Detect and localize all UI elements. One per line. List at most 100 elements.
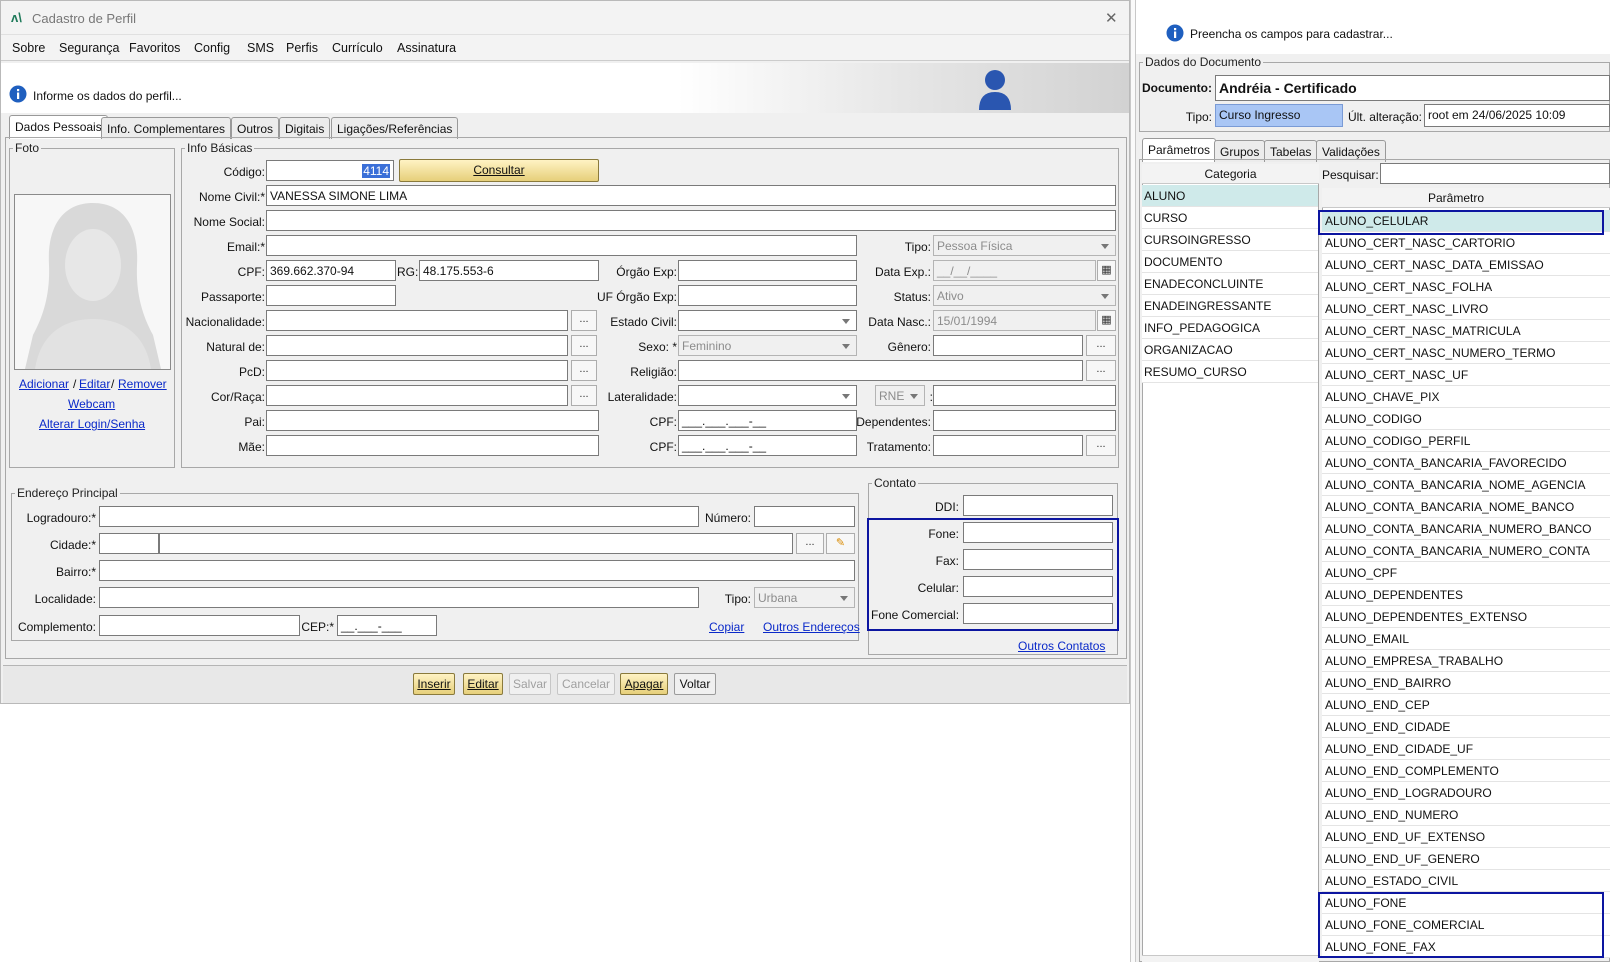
parametro-item[interactable]: ALUNO_END_UF_EXTENSO — [1322, 826, 1610, 848]
tab-info-complementares[interactable]: Info. Complementares — [101, 117, 232, 139]
rg-field[interactable]: 48.175.553-6 — [419, 260, 599, 281]
cidade-code-field[interactable] — [99, 533, 159, 554]
natural-lookup-button[interactable]: ... — [571, 335, 597, 356]
bairro-field[interactable] — [99, 560, 855, 581]
parametro-item[interactable]: ALUNO_CONTA_BANCARIA_NUMERO_CONTA — [1322, 540, 1610, 562]
cor-raca-lookup-button[interactable]: ... — [571, 385, 597, 406]
pai-field[interactable] — [266, 410, 599, 431]
menu-curriculo[interactable]: Currículo — [332, 41, 383, 55]
uf-orgao-field[interactable] — [678, 285, 857, 306]
menu-seguranca[interactable]: Segurança — [59, 41, 119, 55]
categoria-item[interactable]: CURSO — [1142, 207, 1318, 229]
categoria-item[interactable]: ENADEINGRESSANTE — [1142, 295, 1318, 317]
menu-sms[interactable]: SMS — [247, 41, 274, 55]
webcam-link[interactable]: Webcam — [68, 397, 115, 411]
tratamento-lookup-button[interactable]: ... — [1086, 435, 1116, 456]
cep-field[interactable]: __.___-___ — [337, 615, 437, 636]
parametro-item[interactable]: ALUNO_CONTA_BANCARIA_NOME_AGENCIA — [1322, 474, 1610, 496]
data-nasc-field[interactable]: 15/01/1994 — [933, 310, 1096, 331]
parametro-item[interactable]: ALUNO_CONTA_BANCARIA_FAVORECIDO — [1322, 452, 1610, 474]
nacionalidade-field[interactable] — [266, 310, 568, 331]
tipo-select[interactable]: Pessoa Física — [933, 235, 1116, 256]
dependentes-field[interactable] — [933, 410, 1116, 431]
parametro-item[interactable]: ALUNO_END_LOGRADOURO — [1322, 782, 1610, 804]
complemento-field[interactable] — [99, 615, 300, 636]
inserir-button[interactable]: Inserir — [413, 673, 455, 695]
cancelar-button[interactable]: Cancelar — [557, 673, 615, 695]
salvar-button[interactable]: Salvar — [509, 673, 551, 695]
parametro-item[interactable]: ALUNO_ESTADO_CIVIL — [1322, 870, 1610, 892]
consultar-button[interactable]: Consultar — [399, 159, 599, 182]
parametro-item[interactable]: ALUNO_END_CIDADE_UF — [1322, 738, 1610, 760]
tratamento-field[interactable] — [933, 435, 1083, 456]
editar-button[interactable]: Editar — [463, 673, 503, 695]
parametro-item[interactable]: ALUNO_END_NUMERO — [1322, 804, 1610, 826]
parametro-item[interactable]: ALUNO_EMAIL — [1322, 628, 1610, 650]
voltar-button[interactable]: Voltar — [674, 673, 716, 695]
genero-lookup-button[interactable]: ... — [1086, 335, 1116, 356]
edit-photo-link[interactable]: Editar — [79, 377, 110, 391]
parametro-item[interactable]: ALUNO_CHAVE_PIX — [1322, 386, 1610, 408]
rne-select[interactable]: RNE — [875, 385, 925, 406]
rne-field[interactable] — [933, 385, 1116, 406]
menu-favoritos[interactable]: Favoritos — [129, 41, 180, 55]
categoria-item[interactable]: CURSOINGRESSO — [1142, 229, 1318, 251]
parametro-item[interactable]: ALUNO_EMPRESA_TRABALHO — [1322, 650, 1610, 672]
estado-civil-select[interactable] — [678, 310, 857, 331]
parametro-item[interactable]: ALUNO_CERT_NASC_MATRICULA — [1322, 320, 1610, 342]
parametro-item[interactable]: ALUNO_CODIGO_PERFIL — [1322, 430, 1610, 452]
close-icon[interactable]: ✕ — [1105, 9, 1118, 27]
apagar-button[interactable]: Apagar — [620, 673, 668, 695]
menu-config[interactable]: Config — [194, 41, 230, 55]
parametro-item[interactable]: ALUNO_DEPENDENTES — [1322, 584, 1610, 606]
parametro-item[interactable]: ALUNO_CONTA_BANCARIA_NOME_BANCO — [1322, 496, 1610, 518]
genero-field[interactable] — [933, 335, 1083, 356]
parametro-item[interactable]: ALUNO_END_CIDADE — [1322, 716, 1610, 738]
codigo-field[interactable]: 4114 — [266, 160, 394, 181]
endereco-tipo-select[interactable]: Urbana — [754, 587, 855, 608]
categoria-item[interactable]: RESUMO_CURSO — [1142, 361, 1318, 383]
parametro-item[interactable]: ALUNO_CERT_NASC_DATA_EMISSAO — [1322, 254, 1610, 276]
parametro-item[interactable]: ALUNO_END_COMPLEMENTO — [1322, 760, 1610, 782]
status-select[interactable]: Ativo — [933, 285, 1116, 306]
nacionalidade-lookup-button[interactable]: ... — [571, 310, 597, 331]
cor-raca-field[interactable] — [266, 385, 568, 406]
tab-ligacoes[interactable]: Ligações/Referências — [331, 117, 459, 139]
mae-field[interactable] — [266, 435, 599, 456]
data-exp-field[interactable]: __/__/____ — [933, 260, 1096, 281]
tab-dados-pessoais[interactable]: Dados Pessoais — [9, 115, 108, 139]
parametro-item[interactable]: ALUNO_CODIGO — [1322, 408, 1610, 430]
parametro-item[interactable]: ALUNO_CERT_NASC_UF — [1322, 364, 1610, 386]
passaporte-field[interactable] — [266, 285, 396, 306]
numero-field[interactable] — [754, 506, 855, 527]
right-tipo-field[interactable]: Curso Ingresso — [1215, 104, 1343, 127]
email-field[interactable] — [266, 235, 857, 256]
categoria-item[interactable]: ORGANIZACAO — [1142, 339, 1318, 361]
lateralidade-select[interactable] — [678, 385, 857, 406]
parametro-item[interactable]: ALUNO_CERT_NASC_CARTORIO — [1322, 232, 1610, 254]
pcd-lookup-button[interactable]: ... — [571, 360, 597, 381]
menu-sobre[interactable]: Sobre — [12, 41, 45, 55]
cpf-field[interactable]: 369.662.370-94 — [266, 260, 396, 281]
menu-perfis[interactable]: Perfis — [286, 41, 318, 55]
parametro-item[interactable]: ALUNO_CERT_NASC_NUMERO_TERMO — [1322, 342, 1610, 364]
documento-field[interactable]: Andréia - Certificado — [1215, 75, 1610, 101]
cpf-pai-field[interactable]: ___.___.___-__ — [678, 410, 857, 431]
sexo-select[interactable]: Feminino — [678, 335, 857, 356]
parametro-item[interactable]: ALUNO_CONTA_BANCARIA_NUMERO_BANCO — [1322, 518, 1610, 540]
parametro-item[interactable]: ALUNO_END_CEP — [1322, 694, 1610, 716]
calendar-icon[interactable]: ▦ — [1097, 310, 1116, 331]
logradouro-field[interactable] — [99, 506, 699, 527]
natural-field[interactable] — [266, 335, 568, 356]
remove-photo-link[interactable]: Remover — [118, 377, 167, 391]
cidade-lookup-button[interactable]: ... — [796, 533, 824, 554]
religiao-field[interactable] — [678, 360, 1083, 381]
pcd-field[interactable] — [266, 360, 568, 381]
add-photo-link[interactable]: Adicionar — [19, 377, 69, 391]
categoria-item[interactable]: DOCUMENTO — [1142, 251, 1318, 273]
categoria-item[interactable]: ENADECONCLUINTE — [1142, 273, 1318, 295]
outros-enderecos-link[interactable]: Outros Endereços — [763, 620, 860, 634]
parametro-item[interactable]: ALUNO_END_UF_GENERO — [1322, 848, 1610, 870]
parametro-item[interactable]: ALUNO_CERT_NASC_FOLHA — [1322, 276, 1610, 298]
localidade-field[interactable] — [99, 587, 699, 608]
